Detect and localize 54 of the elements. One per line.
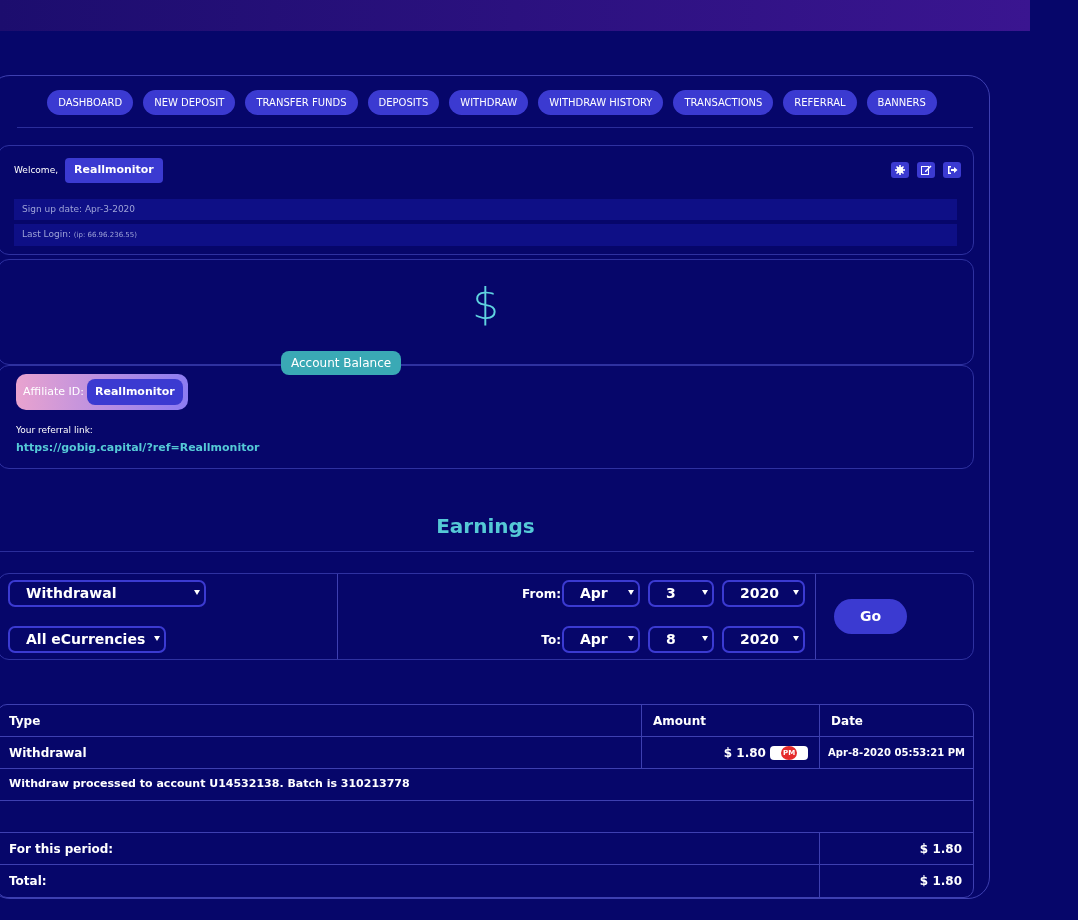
column-header: Date <box>819 705 973 737</box>
currency-select[interactable]: All eCurrencies <box>8 626 166 653</box>
logout-icon <box>946 165 958 176</box>
nav-tab[interactable]: DASHBOARD <box>47 90 134 115</box>
caret-icon <box>793 636 799 641</box>
nav-tab[interactable]: NEW DEPOSIT <box>143 90 236 115</box>
nav-tab[interactable]: WITHDRAW HISTORY <box>538 90 664 115</box>
year-select[interactable]: 2020 <box>722 626 805 653</box>
column-header: Type <box>0 705 642 737</box>
referral-link-label: Your referral link: <box>16 424 94 437</box>
nav-tab[interactable]: WITHDRAW <box>449 90 529 115</box>
dollar-sign-icon: $ <box>472 279 499 329</box>
from-label: From: <box>522 585 561 603</box>
caret-icon <box>702 590 708 595</box>
affiliate-id: Reallmonitor <box>87 378 183 405</box>
table-cell: $ 1.80 <box>819 833 973 865</box>
welcome-label: Welcome, <box>14 163 59 177</box>
caret-icon <box>702 636 708 641</box>
nav-tab[interactable]: TRANSFER FUNDS <box>245 90 358 115</box>
type-select[interactable]: Withdrawal <box>8 580 206 607</box>
caret-icon <box>793 590 799 595</box>
referral-link[interactable]: https://gobig.capital/?ref=Reallmonitor <box>16 440 260 454</box>
caret-icon <box>154 636 160 641</box>
settings-button[interactable] <box>891 162 909 179</box>
month-select[interactable]: Apr <box>562 580 640 607</box>
settings-icon <box>895 165 905 176</box>
affiliate-label: Affiliate ID: <box>23 383 84 400</box>
go-button[interactable]: Go <box>834 599 907 634</box>
caret-icon <box>628 590 634 595</box>
account-balance-label: Account Balance <box>281 350 402 375</box>
username-label: Reallmonitor <box>65 158 163 183</box>
nav-tab[interactable]: TRANSACTIONS <box>673 90 774 115</box>
column-header: Amount <box>641 705 820 737</box>
caret-icon <box>194 590 200 595</box>
table-cell: $ 1.80 <box>819 865 973 897</box>
month-select[interactable]: Apr <box>562 626 640 653</box>
day-select[interactable]: 8 <box>648 626 714 653</box>
table-cell: Withdraw processed to account U14532138. Batch is 310213778 <box>0 769 973 801</box>
table-cell: Apr-8-2020 05:53:21 PM <box>819 737 973 769</box>
signup-date-text: Sign up date: Apr-3-2020 <box>14 198 957 220</box>
day-select[interactable]: 3 <box>648 580 714 607</box>
table-cell: For this period: <box>0 833 820 865</box>
year-select[interactable]: 2020 <box>722 580 805 607</box>
logout-button[interactable] <box>943 162 961 179</box>
nav-tab[interactable]: REFERRAL <box>783 90 857 115</box>
table-cell: Withdrawal <box>0 737 642 769</box>
nav-tab[interactable]: DEPOSITS <box>367 90 440 115</box>
nav-tab[interactable]: BANNERS <box>866 90 937 115</box>
earnings-title: Earnings <box>436 514 535 538</box>
caret-icon <box>628 636 634 641</box>
table-cell-text: Total: <box>8 873 48 890</box>
to-label: To: <box>541 631 561 649</box>
edit-icon <box>920 165 932 176</box>
edit-button[interactable] <box>917 162 935 179</box>
